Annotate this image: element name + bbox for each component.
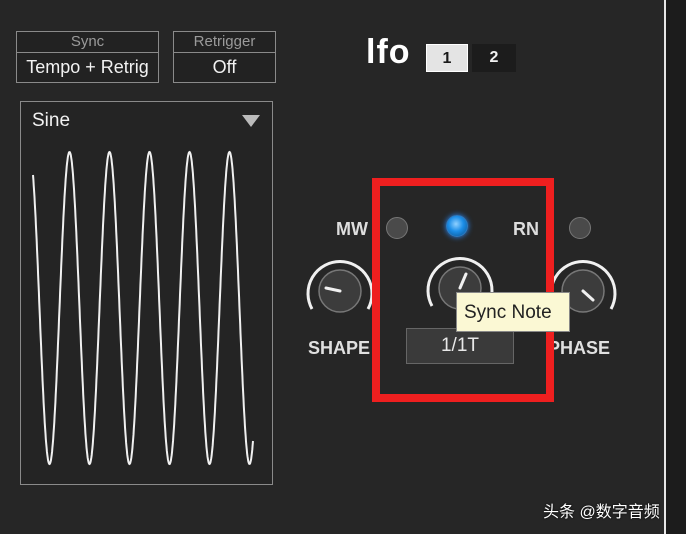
rn-led[interactable] bbox=[569, 217, 591, 239]
mw-label: MW bbox=[336, 219, 368, 239]
rn-label: RN bbox=[513, 219, 539, 239]
sync-led[interactable] bbox=[446, 215, 468, 237]
waveform-dropdown-arrow-icon[interactable] bbox=[242, 115, 260, 127]
waveform-graph bbox=[32, 150, 254, 466]
shape-knob[interactable] bbox=[300, 251, 380, 331]
shape-label: SHAPE bbox=[308, 338, 371, 358]
tab-lfo-1[interactable]: 1 bbox=[426, 44, 468, 72]
retrigger-title: Retrigger bbox=[174, 32, 275, 53]
sync-selector[interactable]: Sync Tempo + Retrig bbox=[16, 31, 159, 83]
tab-lfo-2[interactable]: 2 bbox=[472, 44, 516, 72]
waveform-type-label: Sine bbox=[32, 110, 71, 131]
waveform-display[interactable]: Sine bbox=[20, 101, 273, 485]
sync-note-value[interactable]: 1/1T bbox=[406, 328, 514, 364]
phase-label: PHASE bbox=[548, 338, 611, 358]
sync-title: Sync bbox=[17, 32, 158, 53]
lfo-title: lfo bbox=[366, 33, 411, 71]
side-strip bbox=[666, 0, 686, 534]
retrigger-value[interactable]: Off bbox=[174, 53, 275, 82]
watermark: 头条 @数字音频 bbox=[543, 504, 660, 521]
retrigger-selector[interactable]: Retrigger Off bbox=[173, 31, 276, 83]
sync-value[interactable]: Tempo + Retrig bbox=[17, 53, 158, 82]
sine-waveform-line bbox=[32, 150, 254, 466]
sync-note-tooltip: Sync Note bbox=[456, 292, 570, 332]
mw-led[interactable] bbox=[386, 217, 408, 239]
